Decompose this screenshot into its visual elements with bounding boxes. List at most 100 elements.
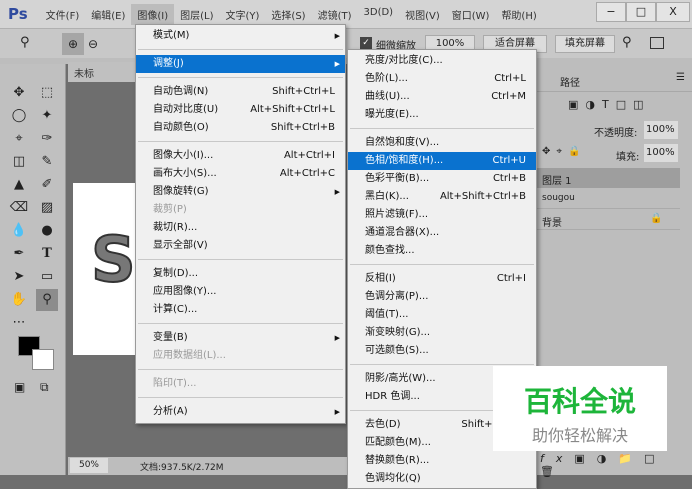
menu-item-label: 自动颜色(O) xyxy=(153,122,209,133)
menu-10[interactable]: 帮助(H) xyxy=(495,4,542,25)
hand-tool-icon[interactable]: ✋ xyxy=(8,289,30,311)
menu-item[interactable]: 计算(C)... xyxy=(136,301,345,319)
menu-6[interactable]: 滤镜(T) xyxy=(312,4,358,25)
layer-filter-icons[interactable]: ▣◑T□◫ xyxy=(568,98,651,111)
menu-item[interactable]: 色相/饱和度(H)... Ctrl+U xyxy=(348,152,536,170)
menu-item[interactable]: 自动对比度(U) Alt+Shift+Ctrl+L xyxy=(136,101,345,119)
menu-item[interactable]: 陷印(T)... xyxy=(136,375,345,393)
paths-tab[interactable]: 路径 xyxy=(560,74,580,89)
menu-item[interactable]: 渐变映射(G)... xyxy=(348,324,536,342)
background-color-swatch[interactable] xyxy=(32,349,54,370)
blur-tool-icon[interactable]: 💧 xyxy=(8,220,30,242)
screen-mode-icon[interactable]: ⧉ xyxy=(40,380,49,395)
menu-item[interactable]: 自然饱和度(V)... xyxy=(348,134,536,152)
menu-item[interactable]: 图像旋转(G) ▶ xyxy=(136,183,345,201)
menu-item[interactable]: 裁剪(P) xyxy=(136,201,345,219)
menu-7[interactable]: 3D(D) xyxy=(358,4,400,25)
scrubby-zoom-checkbox[interactable]: ✓ xyxy=(360,37,372,49)
menu-item[interactable]: 复制(D)... xyxy=(136,265,345,283)
brush-tool-icon[interactable]: ✎ xyxy=(36,151,58,173)
history-brush-icon[interactable]: ✐ xyxy=(36,174,58,196)
submenu-arrow-icon: ▶ xyxy=(334,60,340,68)
lock-icons[interactable]: ✥⌖🔒 xyxy=(542,146,586,157)
menu-item[interactable]: 分析(A) ▶ xyxy=(136,403,345,421)
menu-4[interactable]: 文字(Y) xyxy=(220,4,266,25)
menu-item[interactable]: 图像大小(I)... Alt+Ctrl+I xyxy=(136,147,345,165)
pen-tool-icon[interactable]: ✒ xyxy=(8,243,30,265)
menu-1[interactable]: 编辑(E) xyxy=(85,4,131,25)
more-tools-icon[interactable]: ⋯ xyxy=(8,312,30,334)
menu-item[interactable]: 画布大小(S)... Alt+Ctrl+C xyxy=(136,165,345,183)
menu-item[interactable]: 自动颜色(O) Shift+Ctrl+B xyxy=(136,119,345,137)
opacity-input[interactable]: 100% xyxy=(644,121,678,139)
zoom-tool-icon[interactable]: ⚲ xyxy=(20,35,30,50)
gradient-tool-icon[interactable]: ▨ xyxy=(36,197,58,219)
menu-8[interactable]: 视图(V) xyxy=(399,4,446,25)
menu-0[interactable]: 文件(F) xyxy=(40,4,86,25)
layer-actions[interactable]: fx▣◑📁□🗑 xyxy=(540,452,692,478)
menu-item[interactable]: 色彩平衡(B)... Ctrl+B xyxy=(348,170,536,188)
menu-item-label: 色彩平衡(B)... xyxy=(365,173,430,184)
menu-item[interactable]: 应用数据组(L)... xyxy=(136,347,345,365)
menu-item[interactable]: 变量(B) ▶ xyxy=(136,329,345,347)
menu-item[interactable]: 通道混合器(X)... xyxy=(348,224,536,242)
zoom-in-icon[interactable]: ⊕ xyxy=(62,33,84,55)
eyedropper-icon[interactable]: ✑ xyxy=(36,128,58,150)
maximize-button[interactable]: □ xyxy=(626,2,656,22)
zoom-out-icon[interactable]: ⊖ xyxy=(88,33,98,55)
menu-3[interactable]: 图层(L) xyxy=(174,4,219,25)
crop-tool-icon[interactable]: ⌖ xyxy=(8,128,30,150)
magic-wand-icon[interactable]: ✦ xyxy=(36,105,58,127)
zoom-tool-icon[interactable]: ⚲ xyxy=(36,289,58,311)
layer-row[interactable]: sougou xyxy=(536,189,680,209)
path-select-icon[interactable]: ➤ xyxy=(8,266,30,288)
menu-item[interactable]: 显示全部(V) xyxy=(136,237,345,255)
type-tool-icon[interactable]: T xyxy=(36,243,58,265)
menu-item[interactable]: 反相(I) Ctrl+I xyxy=(348,270,536,288)
document-canvas[interactable]: S xyxy=(73,183,143,355)
menu-item[interactable]: 色调分离(P)... xyxy=(348,288,536,306)
layer-row[interactable]: 图层 1 xyxy=(536,168,680,188)
menu-item[interactable]: 调整(J) ▶ xyxy=(136,55,345,73)
menu-item[interactable]: 曲线(U)... Ctrl+M xyxy=(348,88,536,106)
dodge-tool-icon[interactable]: ● xyxy=(36,220,58,242)
menu-item[interactable]: 应用图像(Y)... xyxy=(136,283,345,301)
menu-item[interactable]: 色调均化(Q) xyxy=(348,470,536,488)
menu-5[interactable]: 选择(S) xyxy=(265,4,311,25)
lasso-tool-icon[interactable]: ◯ xyxy=(8,105,30,127)
menu-2[interactable]: 图像(I) xyxy=(131,3,175,25)
quick-mask-icon[interactable]: ▣ xyxy=(14,380,25,394)
fill-screen-button[interactable]: 填充屏幕 xyxy=(555,35,615,53)
close-button[interactable]: X xyxy=(656,2,690,22)
menu-item[interactable]: 颜色查找... xyxy=(348,242,536,260)
menu-item[interactable]: 色阶(L)... Ctrl+L xyxy=(348,70,536,88)
minimize-button[interactable]: − xyxy=(596,2,626,22)
layer-row[interactable]: 背景 🔒 xyxy=(536,210,680,230)
rectangle-tool-icon[interactable]: ▭ xyxy=(36,266,58,288)
menu-9[interactable]: 窗口(W) xyxy=(446,4,496,25)
zoom-level[interactable]: 50% xyxy=(70,458,108,473)
stamp-tool-icon[interactable]: ▲ xyxy=(8,174,30,196)
healing-brush-icon[interactable]: ◫ xyxy=(8,151,30,173)
fill-input[interactable]: 100% xyxy=(644,144,678,162)
search-icon[interactable]: ⚲ xyxy=(622,35,632,50)
menu-item[interactable]: 可选颜色(S)... xyxy=(348,342,536,360)
panel-menu-icon[interactable]: ☰ xyxy=(676,72,685,83)
menu-item[interactable]: 亮度/对比度(C)... xyxy=(348,52,536,70)
menu-item[interactable]: 黑白(K)... Alt+Shift+Ctrl+B xyxy=(348,188,536,206)
move-tool-icon[interactable]: ✥ xyxy=(8,82,30,104)
menu-item[interactable]: 替换颜色(R)... xyxy=(348,452,536,470)
fx-button[interactable]: fx xyxy=(540,452,574,465)
lock-icon: 🔒 xyxy=(650,213,663,224)
doc-info: 文档:937.5K/2.72M xyxy=(140,463,224,473)
menu-item[interactable]: 裁切(R)... xyxy=(136,219,345,237)
workspace-icon[interactable] xyxy=(650,37,664,49)
menu-item[interactable]: 模式(M) ▶ xyxy=(136,27,345,45)
menu-item[interactable]: 曝光度(E)... xyxy=(348,106,536,124)
menu-item[interactable]: 阈值(T)... xyxy=(348,306,536,324)
marquee-tool-icon[interactable]: ⬚ xyxy=(36,82,58,104)
document-tab[interactable]: 未标题-1.psd xyxy=(68,62,138,95)
eraser-tool-icon[interactable]: ⌫ xyxy=(8,197,30,219)
menu-item[interactable]: 自动色调(N) Shift+Ctrl+L xyxy=(136,83,345,101)
menu-item[interactable]: 照片滤镜(F)... xyxy=(348,206,536,224)
